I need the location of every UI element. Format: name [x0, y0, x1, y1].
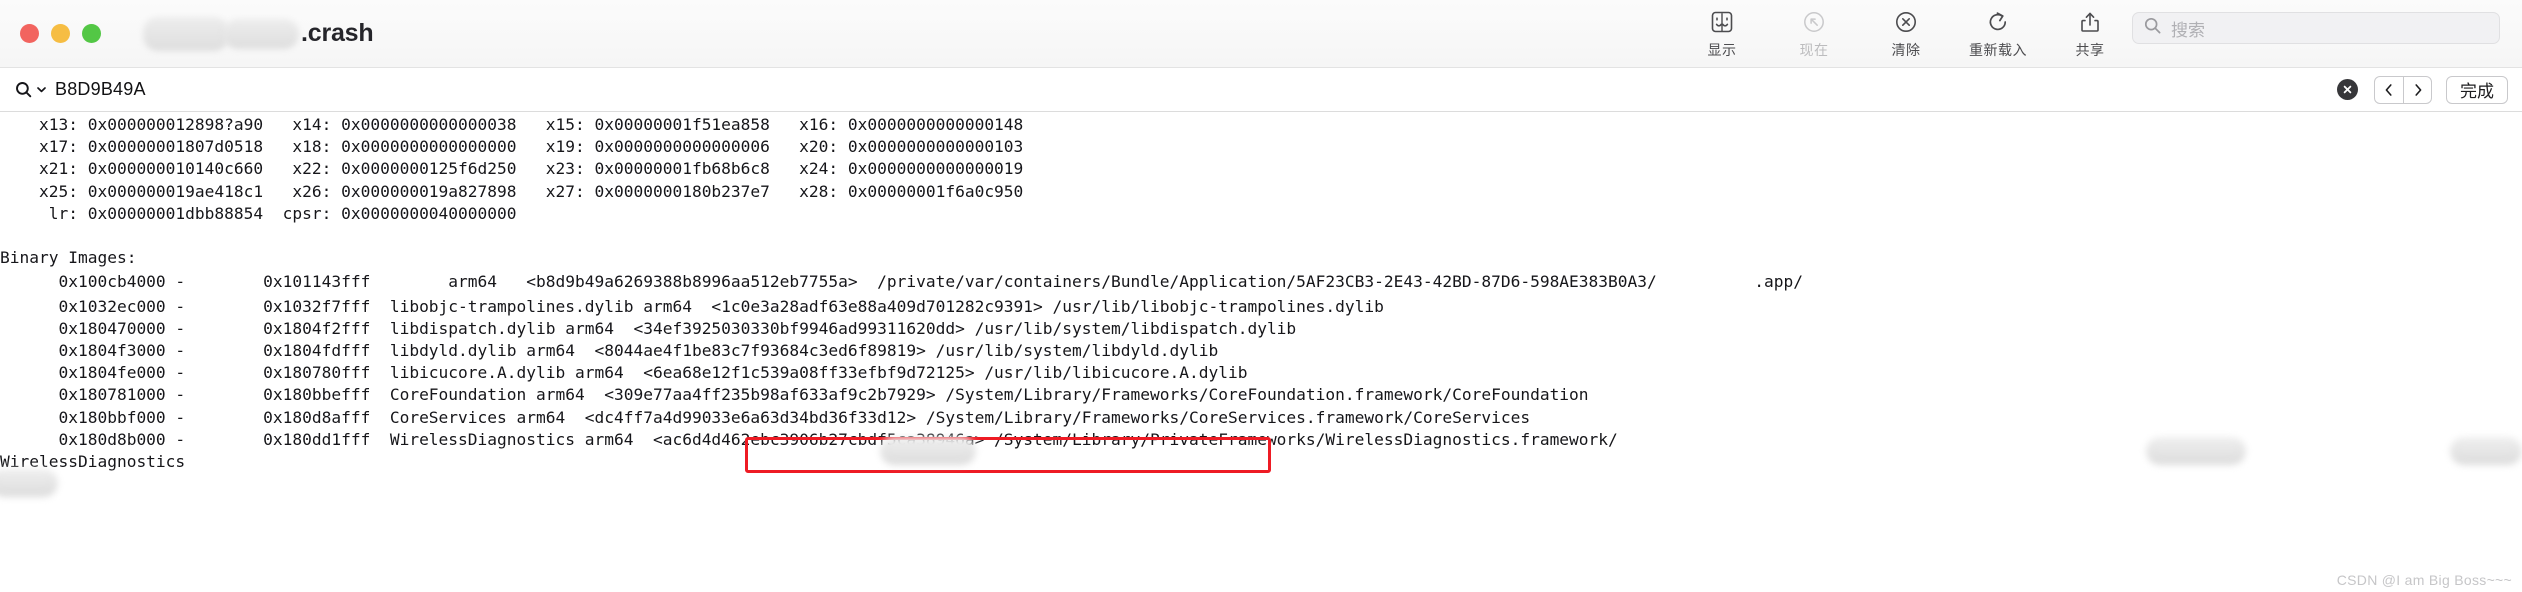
close-icon: [2343, 85, 2352, 94]
finder-icon: [1708, 6, 1736, 38]
find-clear-button[interactable]: [2337, 79, 2358, 100]
toolbar-item-show[interactable]: 显示: [1690, 6, 1754, 60]
redacted-filename-blob: [143, 16, 229, 51]
find-next-button[interactable]: [2403, 76, 2431, 103]
document-title: .crash: [143, 16, 374, 51]
find-done-button[interactable]: 完成: [2446, 75, 2508, 104]
redaction-blob-left-edge: [0, 469, 58, 497]
chevron-down-icon: [37, 87, 46, 93]
toolbar-item-show-label: 显示: [1707, 42, 1737, 58]
find-input[interactable]: B8D9B49A: [14, 75, 2337, 105]
find-previous-button[interactable]: [2375, 77, 2403, 103]
log-line-highlighted: 0x100cb4000 - 0x101143fff arm64 <b8d9b49…: [0, 272, 1803, 292]
reload-icon: [1984, 6, 2012, 38]
find-search-icon[interactable]: [14, 80, 47, 100]
log-lines-bottom: 0x1032ec000 - 0x1032f7fff libobjc-trampo…: [0, 296, 1618, 472]
find-navigation: [2374, 75, 2432, 104]
log-lines-top: x13: 0x000000012898?a90 x14: 0x000000000…: [0, 115, 1024, 268]
redacted-filename-blob-2: [223, 18, 299, 49]
toolbar-item-clear-label: 清除: [1891, 42, 1921, 58]
share-icon: [2076, 6, 2104, 38]
watermark: CSDN @I am Big Boss~~~: [2336, 572, 2512, 588]
search-input-placeholder: 搜索: [2171, 20, 2205, 40]
search-icon: [2143, 16, 2162, 40]
window-toolbar: 显示 现在 清除 重新载入 共享: [1690, 6, 2122, 60]
page-title: .crash: [301, 19, 374, 47]
now-icon: [1800, 6, 1828, 38]
minimize-button[interactable]: [51, 24, 70, 43]
toolbar-item-reload[interactable]: 重新载入: [1966, 6, 2030, 60]
redaction-blob-binary-name: [880, 437, 976, 465]
toolbar-item-share-label: 共享: [2075, 42, 2105, 58]
zoom-button[interactable]: [82, 24, 101, 43]
toolbar-item-share[interactable]: 共享: [2058, 6, 2122, 60]
toolbar-item-clear[interactable]: 清除: [1874, 6, 1938, 60]
toolbar-item-now[interactable]: 现在: [1782, 6, 1846, 60]
clear-icon: [1892, 6, 1920, 38]
find-input-value: B8D9B49A: [55, 79, 146, 99]
traffic-lights: [20, 24, 101, 43]
crash-log-window: .crash 显示 现在 清除 重新载入 共享 搜索 B8D9B49A 完成 x…: [0, 0, 2522, 592]
redaction-blob-app-name: [2146, 437, 2246, 465]
close-button[interactable]: [20, 24, 39, 43]
toolbar-item-reload-label: 重新载入: [1969, 42, 2027, 58]
redaction-blob-app-tail: [2450, 437, 2522, 465]
find-bar: B8D9B49A 完成: [0, 68, 2522, 112]
log-text-area[interactable]: x13: 0x000000012898?a90 x14: 0x000000000…: [0, 112, 2522, 592]
chevron-left-icon: [2385, 83, 2392, 96]
search-field[interactable]: 搜索: [2132, 12, 2500, 44]
window-titlebar: .crash 显示 现在 清除 重新载入 共享 搜索: [0, 0, 2522, 68]
chevron-right-icon: [2414, 83, 2421, 96]
toolbar-item-now-label: 现在: [1799, 42, 1829, 58]
